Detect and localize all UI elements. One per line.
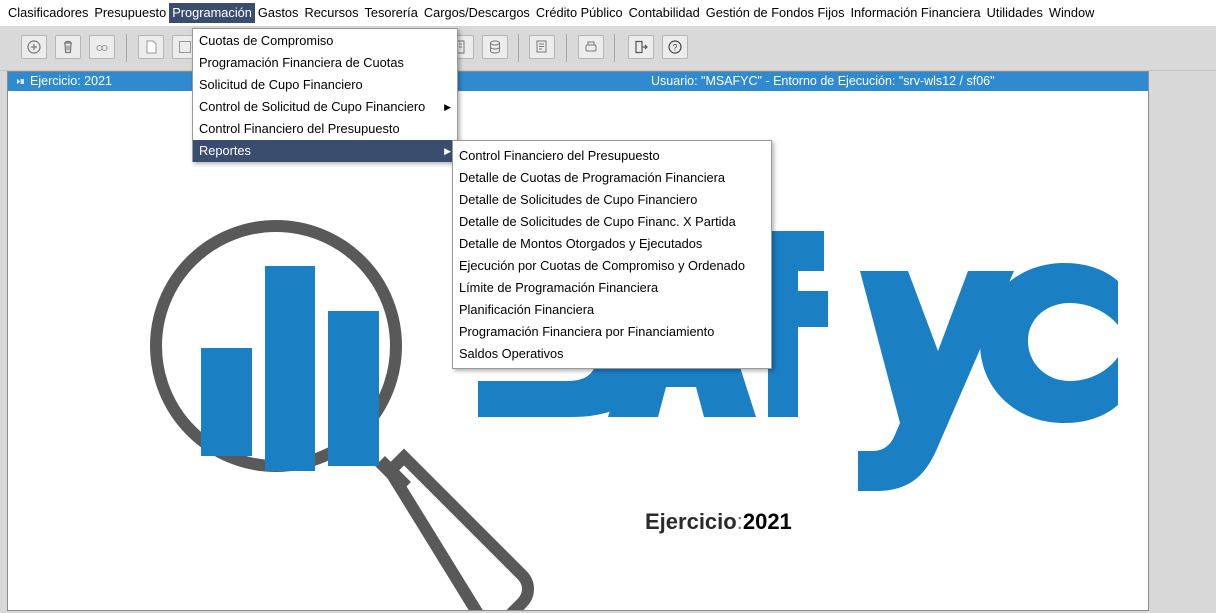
- menu-tesoreria[interactable]: Tesorería: [362, 3, 421, 23]
- link-button[interactable]: [89, 35, 115, 59]
- menu-window[interactable]: Window: [1046, 3, 1098, 23]
- window-title: Ejercicio: 2021: [30, 74, 112, 88]
- submenu-arrow-icon: ▶: [444, 102, 451, 112]
- delete-icon: [64, 40, 72, 54]
- link-icon: [96, 44, 108, 52]
- report-item[interactable]: Detalle de Cuotas de Programación Financ…: [453, 167, 771, 189]
- report-item[interactable]: Control Financiero del Presupuesto: [453, 145, 771, 167]
- menu-cargos-descargos[interactable]: Cargos/Descargos: [421, 3, 533, 23]
- exit-button[interactable]: [628, 35, 654, 59]
- add-icon: [27, 40, 41, 54]
- menu-presupuesto[interactable]: Presupuesto: [91, 3, 169, 23]
- menu-gestion-fondos-fijos[interactable]: Gestión de Fondos Fijos: [703, 3, 848, 23]
- database-icon: [490, 40, 500, 54]
- window-titlebar: Ejercicio: 2021 Usuario: "MSAFYC" - Ento…: [8, 72, 1148, 91]
- menu-programacion[interactable]: Programación: [169, 3, 255, 23]
- window-icon: [17, 79, 24, 84]
- print-icon: [585, 41, 597, 52]
- menu-utilidades[interactable]: Utilidades: [984, 3, 1046, 23]
- save-icon: [179, 41, 191, 53]
- user-environment-status: Usuario: "MSAFYC" - Entorno de Ejecución…: [651, 74, 995, 88]
- delete-button[interactable]: [55, 35, 81, 59]
- report-button[interactable]: [529, 35, 555, 59]
- menu-recursos[interactable]: Recursos: [301, 3, 361, 23]
- menu-informacion-financiera[interactable]: Información Financiera: [848, 3, 984, 23]
- report-item[interactable]: Límite de Programación Financiera: [453, 277, 771, 299]
- menu-item-control-financiero-del-presupuesto[interactable]: Control Financiero del Presupuesto: [193, 118, 457, 140]
- menu-item-control-de-solicitud-de-cupo[interactable]: Control de Solicitud de Cupo Financiero …: [193, 96, 457, 118]
- help-icon: ?: [668, 40, 682, 54]
- menu-gastos[interactable]: Gastos: [255, 3, 302, 23]
- report-item[interactable]: Detalle de Solicitudes de Cupo Financ. X…: [453, 211, 771, 233]
- report-item[interactable]: Planificación Financiera: [453, 299, 771, 321]
- report-item[interactable]: Detalle de Solicitudes de Cupo Financier…: [453, 189, 771, 211]
- ejercicio-text: Ejercicio: [645, 509, 737, 534]
- ejercicio-year: 2021: [742, 509, 792, 534]
- report-item[interactable]: Detalle de Montos Otorgados y Ejecutados: [453, 233, 771, 255]
- add-button[interactable]: [21, 35, 47, 59]
- menu-credito-publico[interactable]: Crédito Público: [533, 3, 626, 23]
- ejercicio-label: Ejercicio:2021: [645, 509, 792, 535]
- menu-bar: Clasificadores Presupuesto Programación …: [0, 0, 1216, 26]
- reportes-submenu: Control Financiero del Presupuesto Detal…: [452, 140, 772, 369]
- menu-item-label: Control de Solicitud de Cupo Financiero: [199, 99, 426, 114]
- report-item[interactable]: Ejecución por Cuotas de Compromiso y Ord…: [453, 255, 771, 277]
- workspace-background: [1149, 71, 1216, 611]
- exit-icon: [635, 40, 648, 54]
- menu-clasificadores[interactable]: Clasificadores: [5, 3, 91, 23]
- menu-item-programacion-financiera-de-cuotas[interactable]: Programación Financiera de Cuotas: [193, 52, 457, 74]
- report-item[interactable]: Programación Financiera por Financiamien…: [453, 321, 771, 343]
- menu-contabilidad[interactable]: Contabilidad: [626, 3, 703, 23]
- menu-item-cuotas-de-compromiso[interactable]: Cuotas de Compromiso: [193, 30, 457, 52]
- toolbar: ?: [0, 26, 1216, 71]
- menu-item-label: Reportes: [199, 143, 251, 158]
- database-button[interactable]: [482, 35, 508, 59]
- new-document-button[interactable]: [138, 35, 164, 59]
- menu-item-solicitud-de-cupo-financiero[interactable]: Solicitud de Cupo Financiero: [193, 74, 457, 96]
- menu-item-reportes[interactable]: Reportes ▶: [193, 140, 457, 162]
- print-button[interactable]: [578, 35, 604, 59]
- new-document-icon: [146, 40, 157, 54]
- help-button[interactable]: ?: [662, 35, 688, 59]
- report-item[interactable]: Saldos Operativos: [453, 343, 771, 365]
- submenu-arrow-icon: ▶: [444, 146, 451, 156]
- report-icon: [536, 40, 547, 53]
- programacion-menu: Cuotas de Compromiso Programación Financ…: [192, 28, 458, 162]
- svg-text:?: ?: [672, 43, 677, 53]
